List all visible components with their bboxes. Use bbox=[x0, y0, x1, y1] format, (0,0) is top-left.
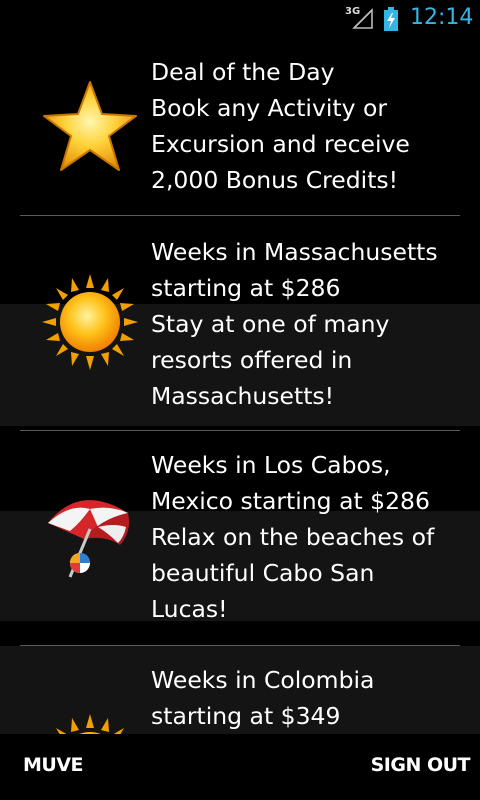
deal-text: Deal of the Day Book any Activity or Exc… bbox=[151, 58, 410, 194]
deal-text: Weeks in Massachusetts starting at $286 … bbox=[151, 238, 438, 410]
muve-button[interactable]: MUVE bbox=[23, 754, 84, 776]
deals-list[interactable]: Deal of the Day Book any Activity or Exc… bbox=[0, 38, 480, 734]
sign-out-button[interactable]: SIGN OUT bbox=[371, 754, 471, 776]
clock: 12:14 bbox=[410, 5, 474, 30]
bottom-action-bar: MUVE SIGN OUT bbox=[0, 734, 480, 800]
signal-icon bbox=[352, 8, 373, 29]
sun-icon bbox=[40, 712, 140, 734]
deal-text: Weeks in Colombia starting at $349 bbox=[151, 666, 375, 730]
beach-umbrella-icon bbox=[40, 483, 140, 583]
list-item[interactable]: Deal of the Day Book any Activity or Exc… bbox=[0, 38, 480, 216]
battery-charging-icon bbox=[384, 7, 398, 31]
list-item[interactable]: Weeks in Los Cabos, Mexico starting at $… bbox=[0, 431, 480, 646]
sun-icon bbox=[40, 272, 140, 372]
status-bar: 3G 12:14 bbox=[0, 0, 480, 38]
list-item[interactable]: Weeks in Massachusetts starting at $286 … bbox=[0, 216, 480, 431]
deal-text: Weeks in Los Cabos, Mexico starting at $… bbox=[151, 451, 435, 623]
list-item[interactable]: Weeks in Colombia starting at $349 bbox=[0, 646, 480, 734]
star-icon bbox=[40, 78, 140, 178]
